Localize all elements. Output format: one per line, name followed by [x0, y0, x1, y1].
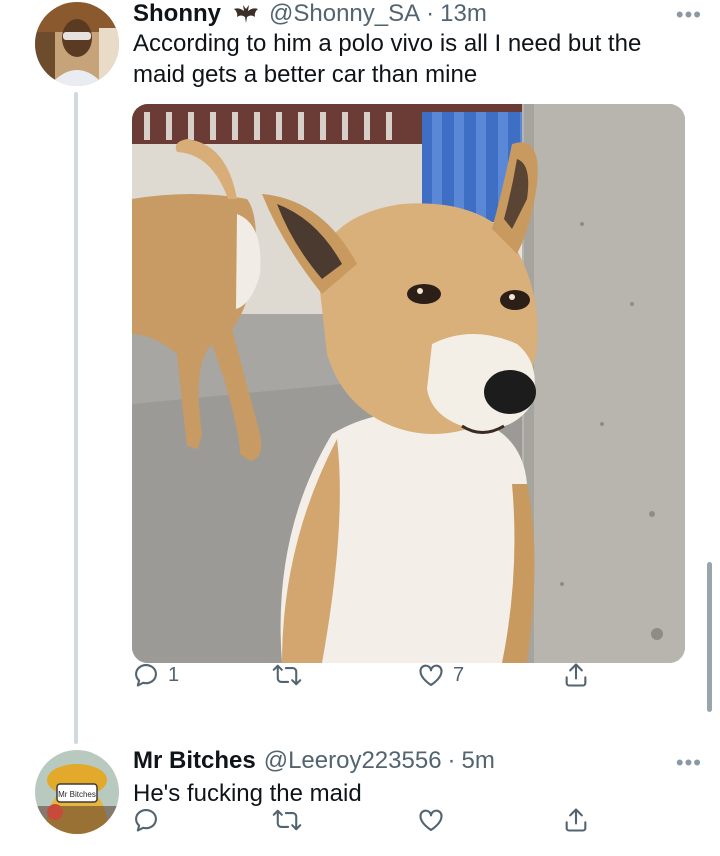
tweet-text-line-1: According to him a polo vivo is all I ne… — [133, 30, 642, 57]
timestamp[interactable]: 13m — [440, 0, 487, 28]
user-handle[interactable]: @Leeroy223556 — [264, 747, 442, 775]
share-button[interactable] — [562, 661, 590, 689]
reply-button[interactable]: 1 — [132, 661, 179, 689]
retweet-icon — [272, 664, 302, 686]
heart-icon — [419, 664, 443, 686]
reply-icon — [135, 809, 157, 832]
avatar-mr-bitches-image: Mr Bitches — [35, 750, 119, 834]
retweet-icon — [272, 809, 302, 831]
more-options-button[interactable]: ••• — [676, 750, 702, 776]
separator-dot: · — [447, 747, 456, 774]
more-options-button[interactable]: ••• — [676, 2, 702, 28]
display-name[interactable]: Shonny — [133, 0, 221, 28]
avatar-shonny[interactable] — [35, 2, 119, 86]
heart-icon — [419, 809, 443, 831]
tweet-text: He's fucking the maid — [133, 780, 362, 807]
dog-photo — [132, 104, 685, 663]
share-button[interactable] — [562, 806, 590, 834]
reply-count: 1 — [168, 663, 180, 686]
like-button[interactable] — [417, 806, 453, 834]
timestamp[interactable]: 5m — [462, 747, 495, 775]
like-button[interactable]: 7 — [417, 661, 464, 689]
like-count: 7 — [453, 663, 465, 686]
share-icon — [565, 663, 587, 687]
separator-dot: · — [426, 0, 435, 27]
tweet-text: According to him a polo vivo is all I ne… — [133, 28, 641, 90]
avatar-sign-text: Mr Bitches — [58, 790, 96, 799]
display-name[interactable]: Mr Bitches — [133, 747, 256, 775]
reply-icon — [135, 664, 157, 687]
share-icon — [565, 808, 587, 832]
retweet-button[interactable] — [272, 661, 310, 689]
tweet-image-dog[interactable] — [132, 104, 685, 663]
user-handle[interactable]: @Shonny_SA — [269, 0, 420, 28]
avatar-shonny-image — [35, 2, 119, 86]
thread-connector-line — [74, 92, 78, 744]
bat-emoji-icon — [233, 3, 259, 25]
retweet-button[interactable] — [272, 806, 310, 834]
scrollbar-thumb[interactable] — [707, 562, 712, 712]
tweet-text-line-2: maid gets a better car than mine — [133, 61, 478, 88]
reply-button[interactable] — [132, 806, 168, 834]
avatar-mr-bitches[interactable]: Mr Bitches — [35, 750, 119, 834]
